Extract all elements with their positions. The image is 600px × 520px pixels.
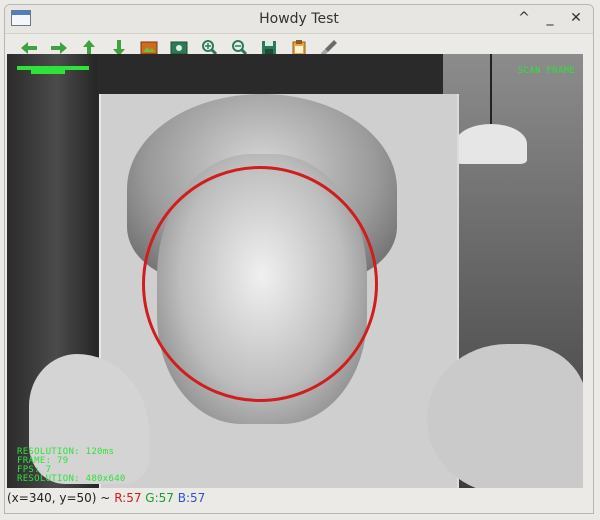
hud-stat-line: RESOLUTION: 480x640 (17, 474, 126, 484)
statusbar: (x=340, y=50) ~ R:57 G:57 B:57 (7, 489, 583, 507)
hud-scan-label: SCAN FRAME (517, 66, 575, 76)
window-title: Howdy Test (259, 11, 339, 27)
minimize-button[interactable]: _ (541, 9, 559, 27)
lamp-cord (490, 54, 492, 126)
hand-right (427, 344, 583, 488)
pixel-blue-value: B:57 (177, 491, 206, 505)
pixel-green-value: G:57 (145, 491, 174, 505)
chevron-up-icon[interactable]: ^ (515, 9, 533, 27)
cursor-coordinates: (x=340, y=50) ~ (7, 491, 111, 505)
close-button[interactable]: ✕ (567, 9, 585, 27)
face-detection-circle (142, 166, 378, 402)
hud-stats: RESOLUTION: 120ms FRAME: 79 FPS: 7 RESOL… (17, 448, 126, 484)
lamp (455, 124, 527, 164)
camera-viewport[interactable]: SCAN FRAME RESOLUTION: 120ms FRAME: 79 F… (7, 54, 583, 488)
titlebar: Howdy Test ^ _ ✕ (5, 5, 593, 34)
pixel-red-value: R:57 (114, 491, 142, 505)
hud-bar (31, 70, 65, 74)
